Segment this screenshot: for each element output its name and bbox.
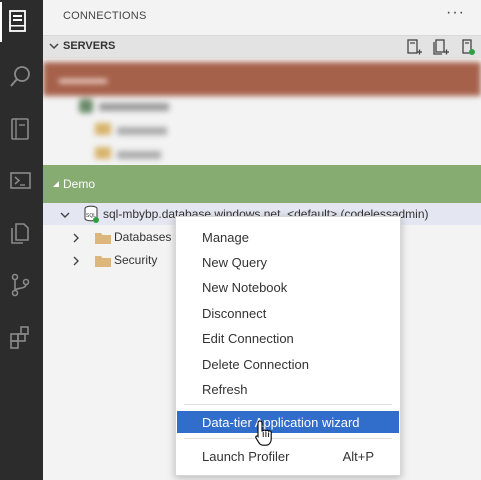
notebooks-icon[interactable] <box>0 110 43 150</box>
servers-section-label: SERVERS <box>63 40 116 52</box>
obscured-row <box>75 147 225 165</box>
context-menu: Manage New Query New Notebook Disconnect… <box>175 216 401 476</box>
folder-icon <box>95 256 111 267</box>
tree-node-label: Databases <box>114 230 172 244</box>
new-server-group-icon[interactable] <box>432 38 450 56</box>
menu-item-label: Edit Connection <box>202 331 294 346</box>
menu-item-data-tier-wizard[interactable]: Data-tier Application wizard <box>177 411 399 433</box>
menu-item-manage[interactable]: Manage <box>176 226 400 248</box>
obscured-group-header: ▬▬▬▬ <box>43 62 481 96</box>
chevron-right-icon[interactable] <box>71 255 81 267</box>
menu-item-disconnect[interactable]: Disconnect <box>176 302 400 324</box>
collapse-triangle-icon <box>53 181 59 187</box>
activity-bar <box>0 0 43 480</box>
sql-server-icon: SQL <box>84 205 99 223</box>
server-group-label: Demo <box>63 177 96 191</box>
menu-item-launch-profiler[interactable]: Launch Profiler Alt+P <box>176 445 400 467</box>
chevron-down-icon <box>49 43 59 50</box>
server-group-demo[interactable]: Demo <box>43 165 481 203</box>
active-connections-icon[interactable] <box>459 38 477 56</box>
hand-cursor-icon <box>255 420 272 446</box>
chevron-down-icon[interactable] <box>59 209 71 221</box>
sidebar-title: CONNECTIONS <box>63 10 147 22</box>
obscured-server-group: ▬▬▬▬ <box>43 57 481 165</box>
explorer-icon[interactable] <box>0 214 43 254</box>
menu-item-label: Launch Profiler <box>202 449 290 464</box>
menu-item-label: Delete Connection <box>202 357 309 372</box>
tree-node-label: Security <box>114 253 158 267</box>
menu-separator <box>184 438 392 439</box>
source-control-icon[interactable] <box>0 266 43 306</box>
terminal-icon[interactable] <box>0 162 43 202</box>
menu-item-refresh[interactable]: Refresh <box>176 378 400 400</box>
servers-section-header[interactable]: SERVERS <box>43 35 481 58</box>
menu-item-label: New Notebook <box>202 280 288 295</box>
chevron-right-icon[interactable] <box>71 232 81 244</box>
menu-item-label: New Query <box>202 255 268 270</box>
menu-item-label: Data-tier Application wizard <box>202 415 360 430</box>
menu-item-new-notebook[interactable]: New Notebook <box>176 276 400 298</box>
new-connection-icon[interactable] <box>405 38 423 56</box>
menu-item-new-query[interactable]: New Query <box>176 251 400 273</box>
menu-separator <box>184 404 392 405</box>
extensions-icon[interactable] <box>0 318 43 358</box>
menu-item-label: Manage <box>202 230 249 245</box>
menu-item-delete-connection[interactable]: Delete Connection <box>176 353 400 375</box>
menu-item-edit-connection[interactable]: Edit Connection <box>176 327 400 349</box>
menu-item-label: Disconnect <box>202 306 267 321</box>
folder-icon <box>95 233 111 244</box>
menu-item-label: Refresh <box>202 382 248 397</box>
connections-icon[interactable] <box>0 2 43 42</box>
shortcut-label: Alt+P <box>342 449 374 464</box>
obscured-row <box>75 123 225 145</box>
obscured-row <box>61 99 211 121</box>
more-actions-icon[interactable]: ··· <box>446 4 465 22</box>
search-icon[interactable] <box>0 58 43 98</box>
